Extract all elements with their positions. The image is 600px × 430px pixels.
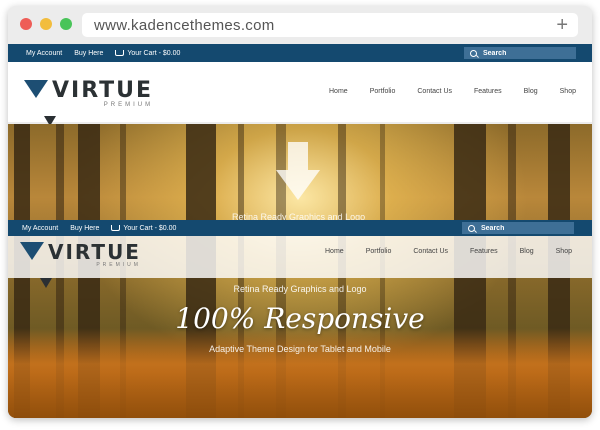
nav-shop[interactable]: Shop [560, 88, 576, 95]
my-account-link-secondary[interactable]: My Account [22, 225, 58, 232]
main-nav-secondary: Home Portfolio Contact Us Features Blog … [303, 248, 572, 255]
close-window-button[interactable] [20, 18, 32, 30]
nav-features-secondary[interactable]: Features [470, 248, 498, 255]
nav-blog-secondary[interactable]: Blog [520, 248, 534, 255]
address-bar[interactable]: www.kadencethemes.com + [82, 13, 578, 37]
nav-shop-secondary[interactable]: Shop [556, 248, 572, 255]
logo-subtitle-secondary: PREMIUM [96, 262, 141, 268]
minimize-window-button[interactable] [40, 18, 52, 30]
nav-home-secondary[interactable]: Home [325, 248, 344, 255]
retina-caption: Retina Ready Graphics and Logo [233, 284, 367, 294]
logo-subtitle: PREMIUM [103, 102, 154, 108]
site-header: VIRTUE PREMIUM Home Portfolio Contact Us… [8, 62, 592, 126]
logo-triangle-icon [24, 80, 56, 126]
cart-label-secondary: Your Cart - $0.00 [123, 224, 177, 232]
browser-chrome: www.kadencethemes.com + [8, 6, 592, 44]
nav-blog[interactable]: Blog [524, 88, 538, 95]
logo-triangle-icon [20, 242, 52, 288]
new-tab-icon[interactable]: + [556, 13, 568, 37]
my-account-link[interactable]: My Account [26, 50, 62, 57]
site-logo-secondary[interactable]: VIRTUE PREMIUM [20, 240, 141, 288]
cart-link-secondary[interactable]: Your Cart - $0.00 [111, 225, 176, 232]
site-header-secondary: VIRTUE PREMIUM Home Portfolio Contact Us… [8, 236, 592, 288]
buy-here-link-secondary[interactable]: Buy Here [70, 225, 99, 232]
search-box[interactable] [464, 47, 576, 59]
search-box-secondary[interactable] [462, 222, 574, 234]
hero-subtitle: Adaptive Theme Design for Tablet and Mob… [209, 344, 391, 354]
address-url[interactable]: www.kadencethemes.com [94, 17, 275, 34]
buy-here-link[interactable]: Buy Here [74, 50, 103, 57]
nav-features[interactable]: Features [474, 88, 502, 95]
logo-name-secondary: VIRTUE [48, 240, 141, 264]
cart-link[interactable]: Your Cart - $0.00 [115, 50, 180, 57]
nav-home[interactable]: Home [329, 88, 348, 95]
search-input-secondary[interactable] [479, 223, 573, 233]
hero-foliage [8, 328, 592, 418]
browser-window: www.kadencethemes.com + My Account Buy H… [8, 6, 592, 418]
search-icon [470, 49, 477, 57]
cart-icon [111, 224, 121, 231]
maximize-window-button[interactable] [60, 18, 72, 30]
nav-contact-us[interactable]: Contact Us [417, 88, 452, 95]
cart-icon [115, 49, 125, 56]
nav-portfolio[interactable]: Portfolio [370, 88, 396, 95]
search-icon [468, 224, 475, 232]
search-input[interactable] [481, 48, 575, 58]
nav-portfolio-secondary[interactable]: Portfolio [366, 248, 392, 255]
logo-name: VIRTUE [52, 78, 154, 103]
down-arrow-icon [276, 142, 320, 200]
main-nav: Home Portfolio Contact Us Features Blog … [307, 88, 576, 95]
hero-title: 100% Responsive [175, 302, 425, 335]
page-viewport: My Account Buy Here Your Cart - $0.00 VI… [8, 44, 592, 418]
site-logo[interactable]: VIRTUE PREMIUM [24, 78, 154, 126]
nav-contact-us-secondary[interactable]: Contact Us [413, 248, 448, 255]
cart-label: Your Cart - $0.00 [127, 49, 181, 57]
topbar: My Account Buy Here Your Cart - $0.00 [8, 44, 592, 62]
topbar-secondary: My Account Buy Here Your Cart - $0.00 [8, 220, 592, 236]
